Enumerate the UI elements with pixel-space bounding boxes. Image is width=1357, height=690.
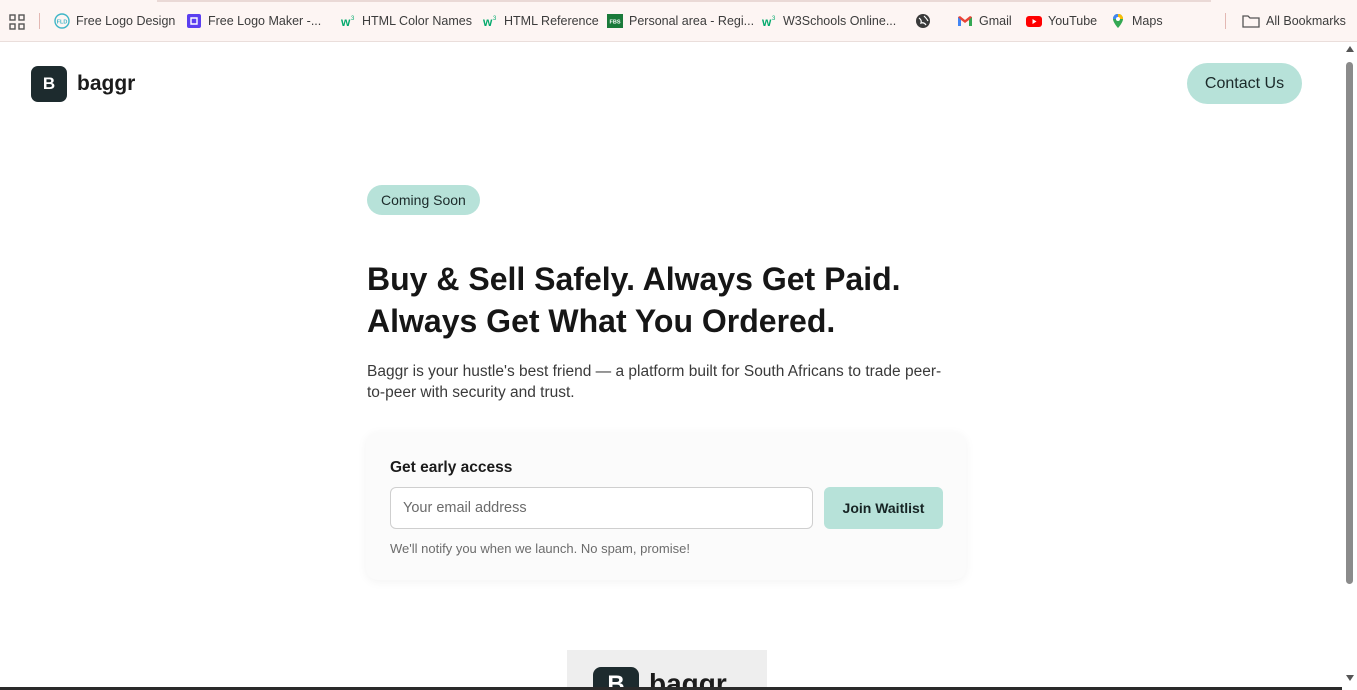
brand-name[interactable]: baggr — [77, 72, 135, 96]
bookmark-label: Gmail — [979, 14, 1012, 28]
all-bookmarks-label: All Bookmarks — [1266, 14, 1346, 28]
globe-icon — [915, 13, 931, 29]
subtext-line-2: to-peer with security and trust. — [367, 384, 575, 401]
tab-strip-edge — [157, 0, 1211, 2]
bookmark-personal-area[interactable]: FBS Personal area - Regi... — [607, 11, 754, 31]
w3schools-icon: w3 — [482, 13, 498, 29]
bookmark-youtube[interactable]: YouTube — [1026, 11, 1097, 31]
svg-text:w: w — [761, 15, 772, 29]
waitlist-note: We'll notify you when we launch. No spam… — [390, 541, 690, 556]
svg-text:w: w — [482, 15, 493, 29]
w3schools-icon: w3 — [761, 13, 777, 29]
bookmark-free-logo-maker[interactable]: Free Logo Maker -... — [186, 11, 321, 31]
fbs-icon: FBS — [607, 13, 623, 29]
bookmark-gmail[interactable]: Gmail — [957, 11, 1012, 31]
email-input[interactable] — [390, 487, 813, 529]
bookmark-globe[interactable] — [915, 11, 937, 31]
apps-grid-icon[interactable] — [9, 14, 25, 30]
logo-mark[interactable]: B — [31, 66, 67, 102]
svg-text:FBS: FBS — [610, 20, 621, 26]
logo-maker-icon — [186, 13, 202, 29]
badge-label: Coming Soon — [381, 192, 466, 208]
logo-letter: B — [42, 74, 56, 93]
headline-line-1: Buy & Sell Safely. Always Get Paid. — [367, 261, 901, 297]
fld-icon: FLD — [54, 13, 70, 29]
bookmark-label: HTML Color Names — [362, 14, 472, 28]
bookmark-free-logo-design[interactable]: FLD Free Logo Design — [54, 11, 175, 31]
coming-soon-badge: Coming Soon — [367, 185, 480, 215]
page-scrollbar-thumb[interactable] — [1346, 62, 1353, 584]
subtext-line-1: Baggr is your hustle's best friend — a p… — [367, 363, 942, 380]
svg-text:FLD: FLD — [57, 20, 68, 26]
hero-subtext: Baggr is your hustle's best friend — a p… — [367, 361, 977, 403]
waitlist-title: Get early access — [390, 459, 513, 476]
bookmark-w3schools-online[interactable]: w3 W3Schools Online... — [761, 11, 896, 31]
bookmark-label: Free Logo Design — [76, 14, 176, 28]
svg-text:3: 3 — [351, 16, 355, 22]
svg-text:3: 3 — [772, 16, 776, 22]
bookmark-label: Personal area - Regi... — [629, 14, 755, 28]
bookmark-label: Free Logo Maker -... — [208, 14, 322, 28]
scroll-down-arrow-icon[interactable] — [1346, 675, 1354, 681]
headline-line-2: Always Get What You Ordered. — [367, 303, 836, 339]
hero-headline: Buy & Sell Safely. Always Get Paid. Alwa… — [367, 258, 987, 342]
contact-us-button[interactable]: Contact Us — [1187, 63, 1302, 104]
scroll-up-arrow-icon[interactable] — [1346, 46, 1354, 52]
all-bookmarks-button[interactable]: All Bookmarks — [1242, 11, 1346, 31]
bookmark-maps[interactable]: Maps — [1110, 11, 1163, 31]
bookmarks-bar: FLD Free Logo Design Free Logo Maker -..… — [0, 0, 1357, 42]
w3schools-icon: w3 — [340, 13, 356, 29]
bookmark-html-reference[interactable]: w3 HTML Reference — [482, 11, 599, 31]
svg-text:w: w — [340, 15, 351, 29]
maps-icon — [1110, 13, 1126, 29]
bookmark-html-color-names[interactable]: w3 HTML Color Names — [340, 11, 472, 31]
waitlist-card: Get early access Join Waitlist We'll not… — [366, 432, 966, 580]
bookmark-label: Maps — [1132, 14, 1163, 28]
bookmark-label: W3Schools Online... — [783, 14, 897, 28]
bookmarks-separator — [39, 13, 40, 29]
bookmark-label: YouTube — [1048, 14, 1098, 28]
gmail-icon — [957, 13, 973, 29]
bookmark-label: HTML Reference — [504, 14, 599, 28]
folder-icon — [1242, 13, 1260, 29]
bookmarks-separator — [1225, 13, 1226, 29]
svg-text:3: 3 — [493, 16, 497, 22]
brand-preview-image: B baggr — [567, 650, 767, 690]
join-waitlist-button[interactable]: Join Waitlist — [824, 487, 943, 529]
youtube-icon — [1026, 13, 1042, 29]
